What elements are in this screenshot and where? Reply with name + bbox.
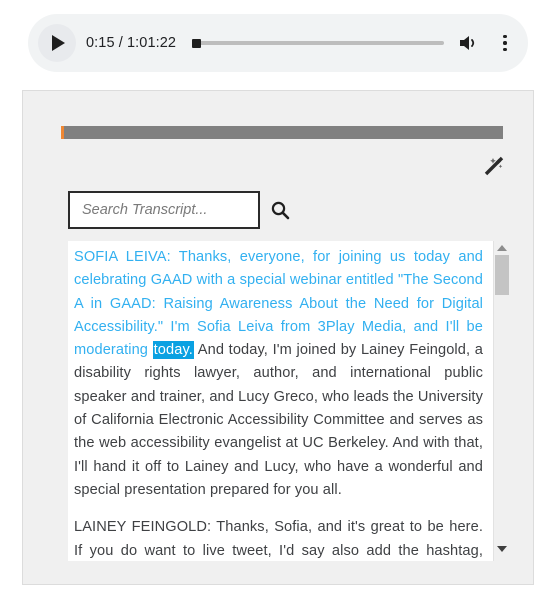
- play-button[interactable]: [38, 24, 76, 62]
- kebab-dot: [503, 41, 507, 45]
- scroll-up-arrow-icon[interactable]: [497, 245, 507, 251]
- transcript-panel: SOFIA LEIVA: Thanks, everyone, for joini…: [22, 90, 534, 585]
- media-progress-bar[interactable]: [61, 126, 503, 139]
- transcript-search-highlight: today.: [152, 341, 194, 360]
- play-triangle-icon: [52, 35, 65, 51]
- kebab-dot: [503, 47, 507, 52]
- scrollbar-thumb[interactable]: [495, 255, 509, 295]
- transcript-paragraph[interactable]: LAINEY FEINGOLD: Thanks, Sofia, and it's…: [74, 516, 483, 561]
- seek-slider[interactable]: [192, 33, 444, 53]
- search-input-box[interactable]: [68, 191, 260, 229]
- audio-player: 0:15 / 1:01:22: [28, 14, 528, 72]
- kebab-dot: [503, 34, 507, 39]
- scroll-down-arrow-icon[interactable]: [497, 546, 507, 552]
- transcript-paragraph[interactable]: SOFIA LEIVA: Thanks, everyone, for joini…: [74, 246, 483, 502]
- audio-player-bar: 0:15 / 1:01:22: [28, 14, 528, 72]
- transcript-text-body: SOFIA LEIVA: Thanks, everyone, for joini…: [68, 241, 493, 561]
- seek-handle[interactable]: [192, 38, 202, 48]
- search-magnifier-icon[interactable]: [270, 200, 290, 220]
- seek-track: [192, 41, 444, 45]
- kebab-menu-icon[interactable]: [496, 34, 514, 52]
- transcript-scroll-region[interactable]: SOFIA LEIVA: Thanks, everyone, for joini…: [68, 241, 510, 561]
- magic-wand-icon[interactable]: [481, 153, 507, 179]
- progress-remaining-segment: [63, 126, 503, 139]
- search-input[interactable]: [80, 201, 248, 219]
- volume-speaker-icon[interactable]: [458, 33, 480, 53]
- time-display: 0:15 / 1:01:22: [86, 35, 177, 51]
- transcript-unspoken-text: And today, I'm joined by Lainey Feingold…: [74, 342, 483, 498]
- transcript-scrollbar[interactable]: [493, 241, 510, 561]
- search-row: [68, 191, 290, 229]
